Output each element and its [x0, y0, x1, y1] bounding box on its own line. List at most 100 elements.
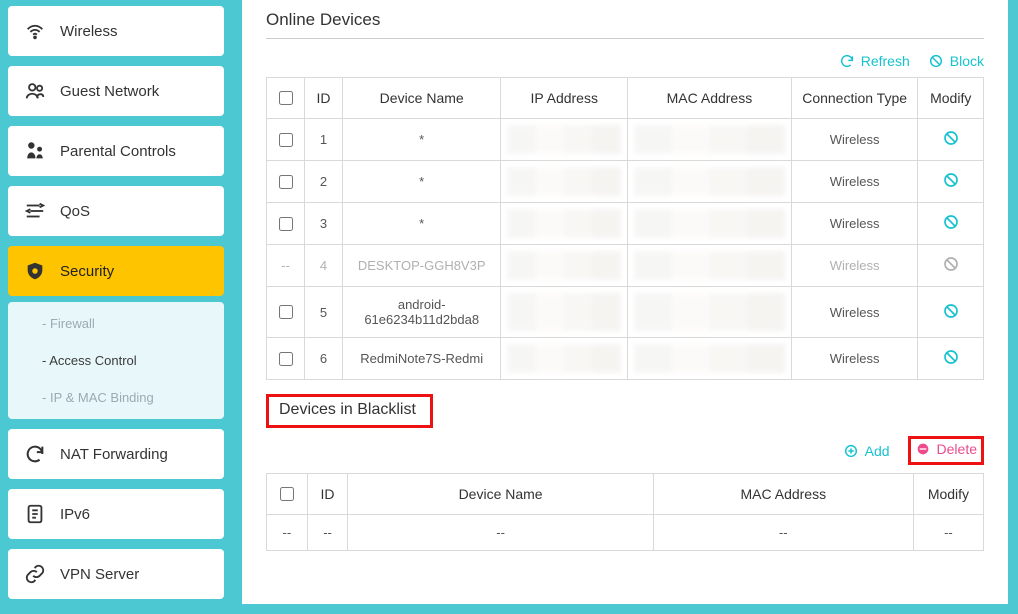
online-toolbar: Refresh Block — [266, 53, 984, 69]
cell-ctype: Wireless — [791, 119, 918, 161]
row-block-icon[interactable] — [942, 255, 960, 273]
cell-name: RedmiNote7S-Redmi — [343, 338, 501, 380]
cell-name: * — [343, 203, 501, 245]
main-panel: Online Devices Refresh Block ID — [242, 0, 1008, 604]
header-name: Device Name — [343, 78, 501, 119]
nav-label: QoS — [60, 203, 90, 220]
nav-nat-forwarding[interactable]: NAT Forwarding — [8, 429, 224, 479]
nav-ipv6[interactable]: IPv6 — [8, 489, 224, 539]
row-block-icon[interactable] — [942, 348, 960, 366]
cell-name: * — [343, 161, 501, 203]
bl-header-checkbox — [267, 474, 308, 515]
header-checkbox — [267, 78, 305, 119]
qos-icon — [24, 200, 46, 222]
cell-ctype: Wireless — [791, 287, 918, 338]
blacklist-title: Devices in Blacklist — [279, 401, 416, 418]
subnav-access-control[interactable]: - Access Control — [42, 353, 208, 368]
nav-vpn-server[interactable]: VPN Server — [8, 549, 224, 599]
row-checkbox[interactable] — [279, 217, 293, 231]
cell-id: 3 — [305, 203, 343, 245]
nav-label: VPN Server — [60, 566, 139, 583]
cell-id: 1 — [305, 119, 343, 161]
nav-guest-network[interactable]: Guest Network — [8, 66, 224, 116]
parental-icon — [24, 140, 46, 162]
header-id: ID — [305, 78, 343, 119]
doc-icon — [24, 503, 46, 525]
security-submenu: - Firewall - Access Control - IP & MAC B… — [8, 302, 224, 419]
nav-parental-controls[interactable]: Parental Controls — [8, 126, 224, 176]
delete-button[interactable]: Delete — [915, 441, 977, 457]
bl-header-name: Device Name — [348, 474, 653, 515]
subnav-ip-mac-binding[interactable]: - IP & MAC Binding — [42, 390, 208, 405]
cell-id: 5 — [305, 287, 343, 338]
header-ip: IP Address — [501, 78, 628, 119]
cell-ctype: Wireless — [791, 338, 918, 380]
nav-label: NAT Forwarding — [60, 446, 168, 463]
wifi-icon — [24, 20, 46, 42]
row-block-icon[interactable] — [942, 302, 960, 320]
blacklist-table: ID Device Name MAC Address Modify -- -- … — [266, 473, 984, 551]
table-row: --4DESKTOP-GGH8V3PWireless — [267, 245, 984, 287]
cell-ip — [501, 119, 628, 161]
cell-id: 2 — [305, 161, 343, 203]
table-row: 5android-61e6234b11d2bda8 Wireless — [267, 287, 984, 338]
cell-mac — [628, 245, 792, 287]
online-devices-title: Online Devices — [266, 4, 984, 38]
bl-select-all-checkbox[interactable] — [280, 487, 294, 501]
cell-ctype: Wireless — [791, 161, 918, 203]
table-row: 2* Wireless — [267, 161, 984, 203]
add-button[interactable]: Add — [843, 443, 890, 459]
table-row: 6RedmiNote7S-Redmi Wireless — [267, 338, 984, 380]
link-icon — [24, 563, 46, 585]
row-block-icon[interactable] — [942, 171, 960, 189]
block-button[interactable]: Block — [928, 53, 984, 69]
row-checkbox[interactable] — [279, 133, 293, 147]
nav-security[interactable]: Security — [8, 246, 224, 296]
minus-circle-icon — [915, 441, 931, 457]
select-all-checkbox[interactable] — [279, 91, 293, 105]
refresh-icon — [839, 53, 855, 69]
row-checkbox[interactable] — [279, 175, 293, 189]
nav-label: Parental Controls — [60, 143, 176, 160]
cell-name: * — [343, 119, 501, 161]
nav-qos[interactable]: QoS — [8, 186, 224, 236]
cell-mac — [628, 119, 792, 161]
plus-circle-icon — [843, 443, 859, 459]
nav-label: Guest Network — [60, 83, 159, 100]
bl-header-mac: MAC Address — [653, 474, 913, 515]
row-block-icon[interactable] — [942, 129, 960, 147]
header-ctype: Connection Type — [791, 78, 918, 119]
row-checkbox[interactable] — [279, 352, 293, 366]
header-modify: Modify — [918, 78, 984, 119]
nav-wireless[interactable]: Wireless — [8, 6, 224, 56]
highlight-blacklist-title: Devices in Blacklist — [266, 394, 433, 428]
header-mac: MAC Address — [628, 78, 792, 119]
cell-ip — [501, 245, 628, 287]
cell-mac — [628, 203, 792, 245]
cell-id: 4 — [305, 245, 343, 287]
blacklist-empty-row: -- -- -- -- -- — [267, 515, 984, 551]
cell-ip — [501, 287, 628, 338]
bl-header-modify: Modify — [913, 474, 983, 515]
cell-mac — [628, 287, 792, 338]
block-icon — [928, 53, 944, 69]
highlight-delete-button: Delete — [908, 436, 984, 465]
cell-ctype: Wireless — [791, 203, 918, 245]
row-block-icon[interactable] — [942, 213, 960, 231]
refresh-icon — [24, 443, 46, 465]
subnav-firewall[interactable]: - Firewall — [42, 316, 208, 331]
nav-label: IPv6 — [60, 506, 90, 523]
refresh-button[interactable]: Refresh — [839, 53, 910, 69]
users-icon — [24, 80, 46, 102]
table-row: 3* Wireless — [267, 203, 984, 245]
cell-ip — [501, 161, 628, 203]
cell-id: 6 — [305, 338, 343, 380]
blacklist-toolbar: Add Delete — [266, 436, 984, 465]
row-checkbox[interactable] — [279, 305, 293, 319]
cell-ctype: Wireless — [791, 245, 918, 287]
cell-name: android-61e6234b11d2bda8 — [343, 287, 501, 338]
cell-ip — [501, 203, 628, 245]
sidebar: Wireless Guest Network Parental Controls… — [0, 0, 232, 614]
table-row: 1* Wireless — [267, 119, 984, 161]
cell-ip — [501, 338, 628, 380]
